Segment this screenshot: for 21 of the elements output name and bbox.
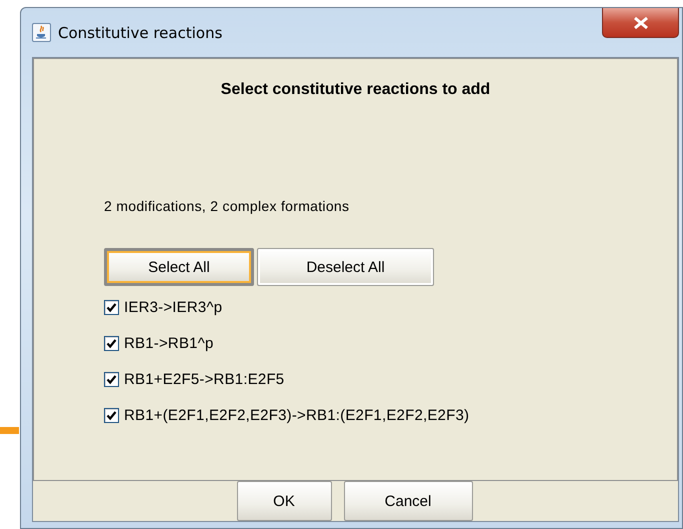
cup-icon (32, 23, 51, 42)
checkbox[interactable] (104, 300, 119, 314)
cancel-button[interactable]: Cancel (344, 481, 472, 521)
checkmark-icon (106, 410, 117, 420)
close-button[interactable] (602, 8, 679, 38)
summary-text: 2 modifications, 2 complex formations (104, 198, 350, 214)
reaction-label: RB1->RB1^p (124, 334, 214, 352)
window-title: Constitutive reactions (58, 24, 222, 42)
checkmark-icon (106, 302, 117, 312)
reaction-label: RB1+(E2F1,E2F2,E2F3)->RB1:(E2F1,E2F2,E2F3) (124, 406, 470, 424)
checkbox[interactable] (104, 408, 119, 422)
select-all-button[interactable]: Select All (104, 248, 254, 286)
deselect-all-button[interactable]: Deselect All (257, 248, 434, 286)
checkbox[interactable] (104, 336, 119, 350)
reaction-label: IER3->IER3^p (124, 298, 222, 316)
checkmark-icon (106, 374, 117, 384)
ok-button[interactable]: OK (236, 481, 332, 521)
dialog-heading: Select constitutive reactions to add (220, 81, 492, 99)
checkmark-icon (106, 338, 117, 348)
reaction-label: RB1+E2F5->RB1:E2F5 (124, 370, 284, 388)
checkbox[interactable] (104, 372, 119, 386)
